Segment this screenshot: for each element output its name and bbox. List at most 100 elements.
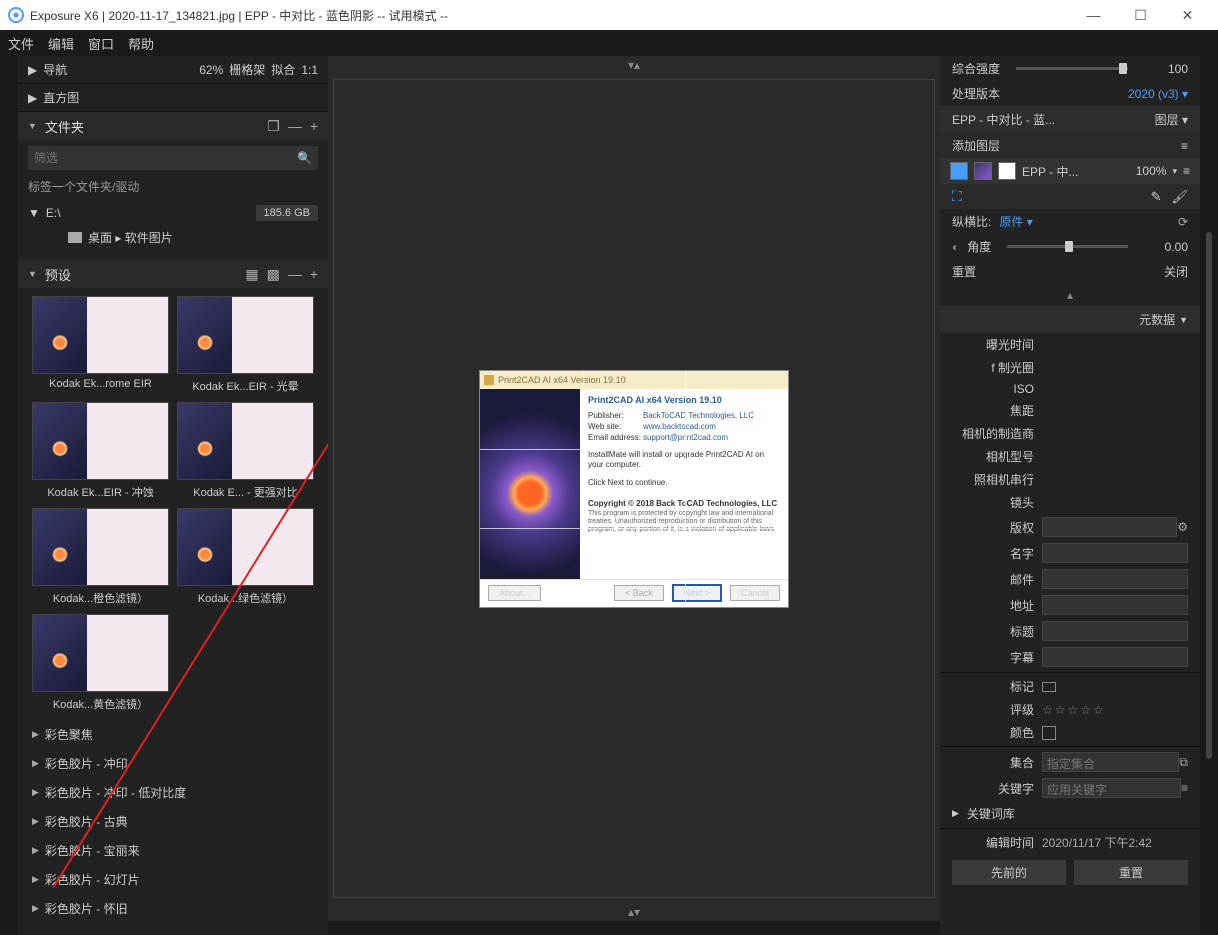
preset-item[interactable]: Kodak Ek...EIR - 光晕 bbox=[177, 296, 314, 394]
layer-row[interactable]: EPP - 中... 100% ▾ ≡ bbox=[940, 158, 1200, 184]
minus-icon[interactable]: — bbox=[288, 266, 302, 282]
collapse-icon[interactable]: ▴ bbox=[940, 284, 1200, 306]
intensity-slider[interactable] bbox=[1016, 67, 1128, 70]
grid-label[interactable]: 栅格架 bbox=[229, 61, 265, 78]
color-swatch[interactable] bbox=[1042, 726, 1056, 740]
meta-keywords-label: 关键字 bbox=[952, 780, 1042, 797]
preset-category[interactable]: ▶彩色胶片 - 冲印 - 低对比度 bbox=[18, 778, 328, 807]
menu-edit[interactable]: 编辑 bbox=[48, 34, 74, 53]
angle-value: 0.00 bbox=[1144, 240, 1188, 254]
image-canvas[interactable]: Print2CAD AI x64 Version 19.10 Print2CAD… bbox=[333, 79, 935, 898]
copy-icon[interactable]: ⧉ bbox=[1179, 755, 1188, 770]
histogram-label: 直方图 bbox=[43, 89, 79, 106]
meta-subtitle-input[interactable] bbox=[1042, 647, 1188, 667]
chevron-down-icon[interactable]: ▾ bbox=[1172, 166, 1177, 177]
grid-large-icon[interactable]: ▦ bbox=[245, 266, 258, 283]
preset-thumb bbox=[177, 508, 314, 586]
minus-icon[interactable]: — bbox=[288, 118, 302, 134]
crop-icon[interactable]: ⛶ bbox=[952, 188, 962, 205]
reset-meta-button[interactable]: 重置 bbox=[1074, 860, 1188, 885]
preset-item[interactable]: Kodak...橙色滤镜） bbox=[32, 508, 169, 606]
rating-stars[interactable]: ☆☆☆☆☆ bbox=[1042, 703, 1106, 717]
meta-name-input[interactable] bbox=[1042, 543, 1188, 563]
drive-row[interactable]: ▼ E:\ 185.6 GB bbox=[18, 201, 328, 225]
close-button[interactable]: 关闭 bbox=[1164, 263, 1188, 280]
folder-row[interactable]: 桌面 ▸ 软件图片 bbox=[18, 225, 328, 250]
brush-icon[interactable]: 🖌 bbox=[1171, 189, 1188, 205]
preset-category[interactable]: ▶彩色胶片 - 幻灯片 bbox=[18, 865, 328, 894]
preset-item[interactable]: Kodak...黄色滤镜） bbox=[32, 614, 169, 712]
preset-category[interactable]: ▶彩色胶片 - 古典 bbox=[18, 807, 328, 836]
layer-color-swatch[interactable] bbox=[950, 162, 968, 180]
angle-label: 角度 bbox=[967, 238, 991, 255]
window-titlebar: Exposure X6 | 2020-11-17_134821.jpg | EP… bbox=[0, 0, 1218, 30]
version-dropdown[interactable]: 2020 (v3) ▾ bbox=[1128, 87, 1188, 101]
presets-header[interactable]: ▼ 预设 ▦ ▩ — + bbox=[18, 260, 328, 288]
plus-icon[interactable]: + bbox=[310, 118, 318, 134]
tools-row: ⛶ ✎ 🖌 bbox=[940, 184, 1200, 209]
preset-item[interactable]: Kodak Ek...rome EIR bbox=[32, 296, 169, 394]
close-button[interactable]: ✕ bbox=[1165, 1, 1210, 29]
filter-input[interactable] bbox=[34, 151, 297, 165]
filmstrip[interactable] bbox=[328, 921, 940, 935]
preset-category[interactable]: ▶彩色胶片 - 冲印 bbox=[18, 749, 328, 778]
meta-collection-input[interactable]: 指定集合 bbox=[1042, 752, 1179, 772]
fit-label[interactable]: 拟合 bbox=[271, 61, 295, 78]
menu-window[interactable]: 窗口 bbox=[88, 34, 114, 53]
reset-button[interactable]: 重置 bbox=[952, 263, 976, 280]
ratio-label[interactable]: 1:1 bbox=[301, 63, 318, 77]
keyword-lib-row[interactable]: ▶ 关键词库 bbox=[940, 801, 1200, 826]
meta-title-input[interactable] bbox=[1042, 621, 1188, 641]
collapse-handle-bottom[interactable]: ▴▾ bbox=[328, 903, 940, 921]
preset-item[interactable]: Kodak...绿色滤镜） bbox=[177, 508, 314, 606]
level-icon[interactable]: ◐ bbox=[952, 240, 959, 254]
collapse-handle-top[interactable]: ▾▴ bbox=[328, 56, 940, 74]
grid-small-icon[interactable]: ▩ bbox=[267, 266, 280, 283]
zoom-value[interactable]: 62% bbox=[199, 63, 223, 77]
meta-address-input[interactable] bbox=[1042, 595, 1188, 615]
scrollbar[interactable] bbox=[1206, 232, 1212, 759]
orientation-icon[interactable]: ⟳ bbox=[1178, 215, 1188, 229]
aspect-dropdown[interactable]: 原件 ▾ bbox=[999, 213, 1032, 230]
preset-item[interactable]: Kodak Ek...EIR - 冲蚀 bbox=[32, 402, 169, 500]
meta-keywords-input[interactable]: 应用关键字 bbox=[1042, 778, 1181, 798]
meta-edittime-label: 编辑时间 bbox=[952, 834, 1042, 851]
gear-icon[interactable]: ⚙ bbox=[1177, 520, 1188, 534]
menu-icon[interactable]: ≡ bbox=[1183, 164, 1190, 178]
nav-section[interactable]: ▶ 导航 62% 栅格架 拟合 1:1 bbox=[18, 56, 328, 84]
menu-icon[interactable]: ≡ bbox=[1181, 139, 1188, 153]
flag-icon[interactable] bbox=[1042, 682, 1056, 692]
folders-header[interactable]: ▼ 文件夹 ❐ — + bbox=[18, 112, 328, 140]
folder-filter[interactable]: 🔍 bbox=[28, 146, 318, 170]
left-strip bbox=[0, 56, 18, 935]
plus-icon[interactable]: + bbox=[310, 266, 318, 282]
meta-model-label: 相机型号 bbox=[952, 448, 1042, 465]
menu-help[interactable]: 帮助 bbox=[128, 34, 154, 53]
add-layer-row[interactable]: 添加图层 ≡ bbox=[940, 133, 1200, 158]
layer-mask[interactable] bbox=[998, 162, 1016, 180]
meta-address-label: 地址 bbox=[952, 597, 1042, 614]
preset-label: Kodak Ek...rome EIR bbox=[32, 378, 169, 390]
preset-category[interactable]: ▶彩色胶片 - 怀旧 bbox=[18, 894, 328, 923]
preset-category[interactable]: ▶彩色胶片 - 宝丽来 bbox=[18, 836, 328, 865]
preset-category[interactable]: ▶彩色聚焦 bbox=[18, 720, 328, 749]
layers-dropdown[interactable]: 图层 ▾ bbox=[1155, 111, 1188, 128]
search-icon[interactable]: 🔍 bbox=[297, 151, 312, 165]
meta-email-input[interactable] bbox=[1042, 569, 1188, 589]
meta-name-label: 名字 bbox=[952, 545, 1042, 562]
metadata-header[interactable]: 元数据 ▼ bbox=[940, 306, 1200, 333]
maximize-button[interactable]: ☐ bbox=[1118, 1, 1163, 29]
menu-file[interactable]: 文件 bbox=[8, 34, 34, 53]
histogram-section[interactable]: ▶ 直方图 bbox=[18, 84, 328, 112]
menu-icon[interactable]: ≡ bbox=[1181, 781, 1188, 795]
layer-opacity[interactable]: 100% bbox=[1136, 164, 1167, 178]
minimize-button[interactable]: — bbox=[1071, 1, 1116, 29]
preset-label: Kodak E... - 更强对比 bbox=[177, 484, 314, 500]
meta-copyright-input[interactable] bbox=[1042, 517, 1177, 537]
pen-icon[interactable]: ✎ bbox=[1151, 189, 1162, 205]
angle-slider[interactable] bbox=[1007, 245, 1128, 248]
preset-item[interactable]: Kodak E... - 更强对比 bbox=[177, 402, 314, 500]
version-row: 处理版本 2020 (v3) ▾ bbox=[940, 81, 1200, 106]
window-icon[interactable]: ❐ bbox=[267, 118, 280, 135]
previous-button[interactable]: 先前的 bbox=[952, 860, 1066, 885]
